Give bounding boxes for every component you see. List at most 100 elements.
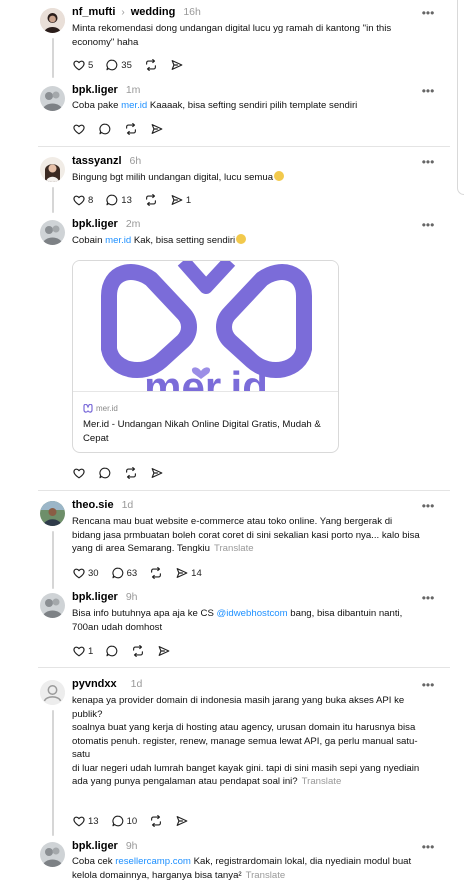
avatar[interactable]: [40, 593, 65, 618]
send-icon: [171, 195, 183, 205]
avatar[interactable]: [40, 157, 65, 182]
translate-link[interactable]: Translate: [246, 870, 286, 881]
repost-icon: [126, 467, 136, 479]
username[interactable]: bpk.liger: [72, 591, 118, 603]
username[interactable]: pyvndxx: [72, 678, 117, 690]
side-panel-edge: [457, 0, 464, 195]
repost-icon: [133, 645, 144, 657]
repost-button[interactable]: [124, 122, 138, 136]
more-options-icon[interactable]: •••: [419, 592, 437, 604]
like-button[interactable]: 1: [72, 644, 93, 658]
repost-button[interactable]: [144, 193, 158, 207]
reply-button[interactable]: 35: [105, 58, 132, 72]
repost-button[interactable]: [149, 814, 163, 828]
post-actions: 8 13 1: [72, 192, 203, 208]
thread-feed: nf_mufti › wedding 16h ••• Minta rekomen…: [0, 0, 450, 883]
post-header: nf_mufti › wedding 16h: [72, 4, 201, 20]
send-icon: [151, 468, 163, 478]
comment-icon: [112, 567, 123, 579]
share-button[interactable]: 14: [175, 566, 202, 580]
emoji-face-icon: [236, 234, 247, 244]
favicon-icon: [83, 404, 93, 413]
username[interactable]: bpk.liger: [72, 840, 118, 852]
share-button[interactable]: 1: [170, 193, 191, 207]
heart-icon: [73, 468, 85, 479]
share-count: 14: [191, 567, 202, 579]
text-line: ada yang punya pengalaman atau pendapat …: [72, 776, 298, 787]
post-text: kenapa ya provider domain di indonesia m…: [72, 694, 420, 789]
avatar[interactable]: [40, 220, 65, 245]
post-header: bpk.liger 2m: [72, 216, 140, 232]
translate-link[interactable]: Translate: [302, 776, 342, 787]
post-time: 9h: [125, 591, 138, 603]
text-line: soalnya buat yang kerja di hosting atau …: [72, 722, 418, 760]
repost-button[interactable]: [131, 644, 145, 658]
avatar[interactable]: [40, 86, 65, 111]
link-merid[interactable]: mer.id: [121, 100, 147, 111]
share-button[interactable]: [150, 466, 164, 480]
like-button[interactable]: [72, 122, 86, 136]
post-actions: 30 63 14: [72, 565, 214, 581]
like-count: 30: [88, 567, 99, 579]
like-button[interactable]: 30: [72, 566, 99, 580]
post-text: Bingung bgt milih undangan digital, lucu…: [72, 171, 422, 185]
repost-button[interactable]: [124, 466, 138, 480]
link-merid[interactable]: mer.id: [105, 235, 131, 246]
reply-button[interactable]: [105, 644, 119, 658]
more-options-icon[interactable]: •••: [419, 156, 437, 168]
like-count: 1: [88, 645, 94, 657]
more-options-icon[interactable]: •••: [419, 841, 437, 853]
more-options-icon[interactable]: •••: [419, 500, 437, 512]
like-count: 13: [88, 815, 99, 827]
share-button[interactable]: [157, 644, 171, 658]
text-line: kenapa ya provider domain di indonesia m…: [72, 695, 405, 720]
avatar[interactable]: [40, 842, 65, 867]
more-options-icon[interactable]: •••: [419, 85, 437, 97]
username[interactable]: nf_mufti: [72, 6, 115, 18]
more-options-icon[interactable]: •••: [419, 679, 437, 691]
mention-link[interactable]: @idwebhostcom: [217, 608, 288, 619]
username[interactable]: bpk.liger: [72, 84, 118, 96]
like-button[interactable]: 8: [72, 193, 93, 207]
avatar[interactable]: [40, 8, 65, 33]
repost-button[interactable]: [149, 566, 163, 580]
reply-button[interactable]: 63: [111, 566, 137, 580]
share-button[interactable]: [150, 122, 164, 136]
repost-icon: [145, 59, 156, 71]
repost-icon: [151, 567, 162, 579]
username[interactable]: bpk.liger: [72, 218, 118, 230]
post-header: bpk.liger 9h: [72, 838, 138, 854]
heart-icon: [73, 816, 85, 827]
avatar[interactable]: [40, 680, 65, 705]
post-actions: 1: [72, 643, 183, 659]
username[interactable]: theo.sie: [72, 499, 114, 511]
more-options-icon[interactable]: •••: [419, 7, 437, 19]
avatar[interactable]: [40, 501, 65, 526]
link-preview-image: mer.id: [73, 261, 338, 392]
repost-button[interactable]: [144, 58, 158, 72]
reply-button[interactable]: 10: [111, 814, 137, 828]
post-time: 6h: [129, 155, 142, 167]
post-time: 16h: [183, 6, 201, 18]
post-time: 1d: [130, 678, 143, 690]
username[interactable]: tassyanzl: [72, 155, 122, 167]
translate-link[interactable]: Translate: [214, 543, 254, 554]
link-resellercamp[interactable]: resellercamp.com: [115, 856, 191, 867]
post-time: 1d: [121, 499, 134, 511]
post-time: 9h: [125, 840, 138, 852]
share-button[interactable]: [170, 58, 184, 72]
reply-button[interactable]: 13: [105, 193, 132, 207]
like-button[interactable]: 5: [72, 58, 93, 72]
share-button[interactable]: [175, 814, 189, 828]
like-button[interactable]: 13: [72, 814, 99, 828]
more-options-icon[interactable]: •••: [419, 219, 437, 231]
emoji-face-icon: [274, 171, 285, 181]
thread-line: [52, 710, 54, 836]
reply-button[interactable]: [98, 122, 112, 136]
like-button[interactable]: [72, 466, 86, 480]
post-text: Cobain mer.id Kak, bisa setting sendiri: [72, 234, 422, 248]
link-preview-card[interactable]: mer.id mer.id Mer.id - Undangan Nikah On…: [72, 260, 339, 453]
reply-button[interactable]: [98, 466, 112, 480]
post-actions: 13 10: [72, 813, 201, 829]
topic-tag[interactable]: wedding: [131, 6, 176, 18]
